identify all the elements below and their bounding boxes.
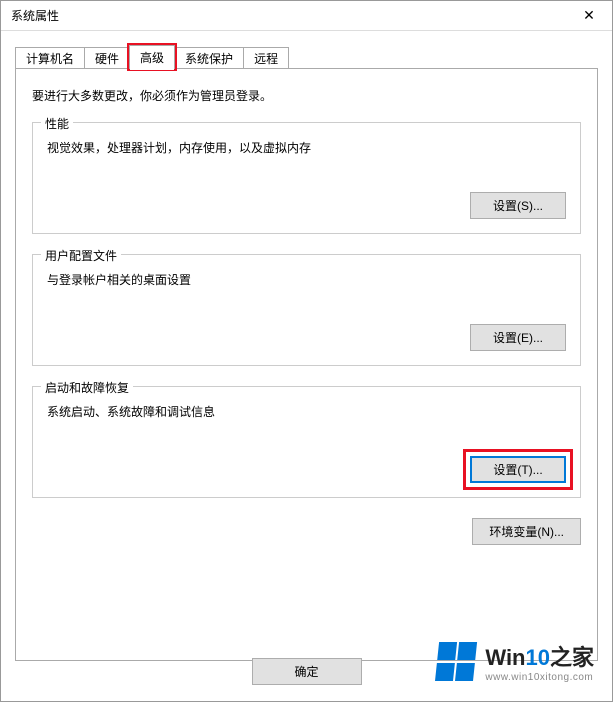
- group-startup-recovery-title: 启动和故障恢复: [41, 379, 133, 396]
- tab-hardware[interactable]: 硬件: [84, 47, 130, 69]
- performance-settings-button[interactable]: 设置(S)...: [470, 192, 566, 219]
- tab-computer-name[interactable]: 计算机名: [15, 47, 85, 69]
- titlebar: 系统属性 ✕: [1, 1, 612, 31]
- group-user-profiles-title: 用户配置文件: [41, 247, 121, 264]
- group-user-profiles-desc: 与登录帐户相关的桌面设置: [47, 271, 566, 288]
- close-icon: ✕: [583, 7, 595, 24]
- user-profiles-settings-button[interactable]: 设置(E)...: [470, 324, 566, 351]
- tab-strip: 计算机名 硬件 高级 系统保护 远程: [15, 45, 598, 69]
- tab-system-protection[interactable]: 系统保护: [174, 47, 244, 69]
- startup-recovery-settings-button[interactable]: 设置(T)...: [470, 456, 566, 483]
- group-performance: 性能 视觉效果，处理器计划，内存使用，以及虚拟内存 设置(S)...: [32, 122, 581, 234]
- env-vars-row: 环境变量(N)...: [32, 518, 581, 545]
- tab-panel-advanced: 要进行大多数更改，你必须作为管理员登录。 性能 视觉效果，处理器计划，内存使用，…: [15, 69, 598, 661]
- window-title: 系统属性: [11, 7, 59, 24]
- dialog-buttons: 确定: [1, 658, 612, 685]
- group-performance-desc: 视觉效果，处理器计划，内存使用，以及虚拟内存: [47, 139, 566, 156]
- group-performance-title: 性能: [41, 115, 73, 132]
- group-user-profiles: 用户配置文件 与登录帐户相关的桌面设置 设置(E)...: [32, 254, 581, 366]
- tab-remote[interactable]: 远程: [243, 47, 289, 69]
- group-startup-recovery: 启动和故障恢复 系统启动、系统故障和调试信息 设置(T)...: [32, 386, 581, 498]
- group-startup-recovery-desc: 系统启动、系统故障和调试信息: [47, 403, 566, 420]
- environment-variables-button[interactable]: 环境变量(N)...: [472, 518, 581, 545]
- close-button[interactable]: ✕: [566, 1, 612, 31]
- tab-container: 计算机名 硬件 高级 系统保护 远程 要进行大多数更改，你必须作为管理员登录。 …: [1, 31, 612, 661]
- tab-advanced[interactable]: 高级: [129, 45, 175, 69]
- intro-text: 要进行大多数更改，你必须作为管理员登录。: [32, 87, 581, 104]
- ok-button[interactable]: 确定: [252, 658, 362, 685]
